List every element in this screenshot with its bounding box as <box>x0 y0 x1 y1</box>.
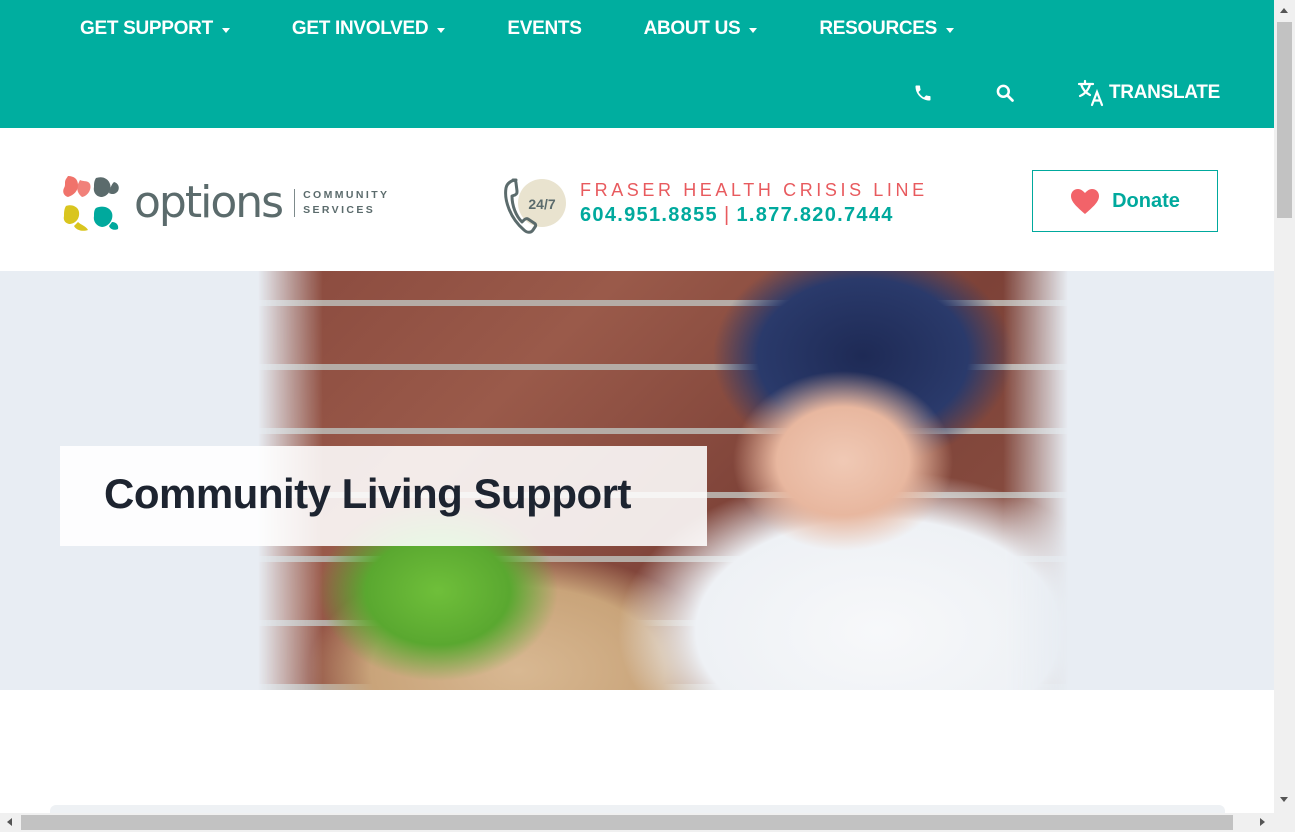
crisis-line: 24/7 FRASER HEALTH CRISIS LINE 604.951.8… <box>502 172 928 236</box>
caret-down-icon <box>946 27 955 33</box>
crisis-line-title: FRASER HEALTH CRISIS LINE <box>580 180 928 200</box>
nav-item-label: ABOUT US <box>643 18 741 39</box>
nav-item-events[interactable]: EVENTS <box>507 18 582 40</box>
logo-subtitle: COMMUNITY SERVICES <box>303 188 389 218</box>
phone-24-7-badge-icon: 24/7 <box>504 178 566 234</box>
options-logo-mark <box>63 176 119 231</box>
scroll-right-arrow-icon[interactable] <box>1260 818 1265 826</box>
horizontal-scrollbar[interactable] <box>0 813 1274 832</box>
search-button[interactable] <box>995 78 1015 108</box>
logo-subtitle-line1: COMMUNITY <box>303 189 390 201</box>
scroll-up-arrow-icon[interactable] <box>1280 8 1288 13</box>
search-icon <box>996 84 1014 102</box>
nav-item-get-involved[interactable]: GET INVOLVED <box>291 18 446 40</box>
phone-separator: | <box>723 204 731 226</box>
badge-24-7-text: 24/7 <box>528 196 555 212</box>
nav-item-label: EVENTS <box>507 18 582 39</box>
hero-banner: Community Living Support <box>0 271 1274 690</box>
crisis-phone-tollfree[interactable]: 1.877.820.7444 <box>736 204 893 226</box>
top-navigation-bar: GET SUPPORT GET INVOLVED EVENTS ABOUT US… <box>0 0 1274 128</box>
vertical-scrollbar[interactable] <box>1274 0 1295 813</box>
nav-item-label: RESOURCES <box>819 18 938 39</box>
logo-wordmark: options <box>134 177 284 228</box>
donate-label: Donate <box>1112 189 1180 212</box>
hero-title-box: Community Living Support <box>60 446 707 546</box>
crisis-phone-local[interactable]: 604.951.8855 <box>580 204 718 226</box>
page-title: Community Living Support <box>104 470 631 517</box>
logo-divider <box>294 189 296 217</box>
translate-icon <box>1077 79 1104 107</box>
main-menu: GET SUPPORT GET INVOLVED EVENTS ABOUT US… <box>80 18 955 40</box>
nav-item-label: GET SUPPORT <box>80 18 213 39</box>
nav-item-resources[interactable]: RESOURCES <box>819 18 955 40</box>
translate-button[interactable]: TRANSLATE <box>1077 78 1220 108</box>
caret-down-icon <box>749 27 758 33</box>
translate-label: TRANSLATE <box>1109 82 1220 103</box>
nav-item-about-us[interactable]: ABOUT US <box>644 18 758 40</box>
caret-down-icon <box>437 27 446 33</box>
phone-button[interactable] <box>913 78 933 108</box>
horizontal-scroll-thumb[interactable] <box>21 815 1233 830</box>
phone-icon <box>915 85 931 101</box>
site-header: options COMMUNITY SERVICES 24/7 FRASER H… <box>0 128 1274 271</box>
nav-item-label: GET INVOLVED <box>291 18 429 39</box>
logo-subtitle-line2: SERVICES <box>303 204 376 216</box>
nav-item-get-support[interactable]: GET SUPPORT <box>80 18 230 40</box>
crisis-phone-numbers: 604.951.8855 | 1.877.820.7444 <box>580 201 928 229</box>
scroll-left-arrow-icon[interactable] <box>7 818 12 826</box>
donate-button[interactable]: Donate <box>1032 170 1218 232</box>
site-logo[interactable]: options COMMUNITY SERVICES <box>62 172 389 234</box>
vertical-scroll-thumb[interactable] <box>1277 22 1292 218</box>
heart-icon <box>1071 188 1100 214</box>
scrollbar-corner <box>1274 813 1295 832</box>
caret-down-icon <box>221 27 230 33</box>
scroll-down-arrow-icon[interactable] <box>1280 797 1288 802</box>
crisis-text: FRASER HEALTH CRISIS LINE 604.951.8855 | 1… <box>580 179 928 229</box>
